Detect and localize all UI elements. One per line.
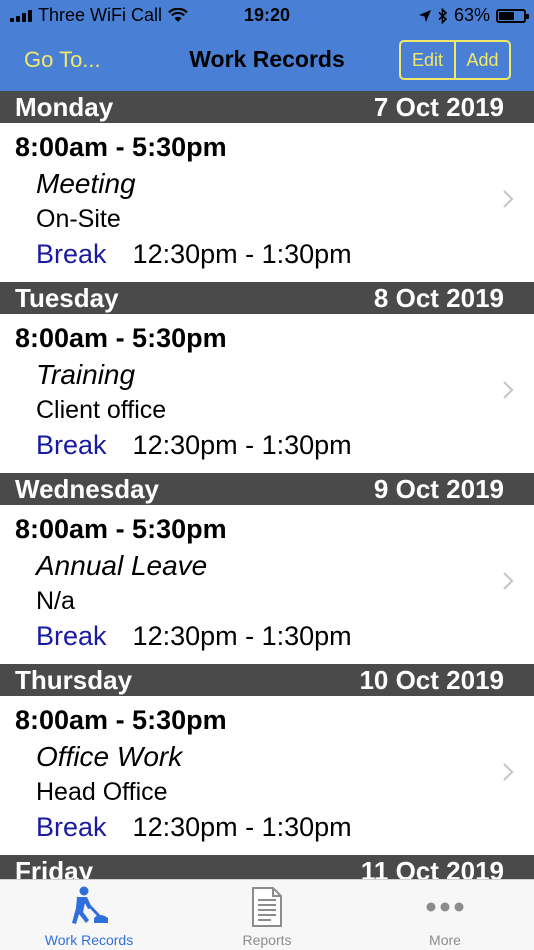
work-record-row[interactable]: 8:00am - 5:30pm Annual Leave N/a Break 12:30… xyxy=(0,505,534,664)
bluetooth-icon xyxy=(438,7,448,24)
day-date: 11 Oct 2019 xyxy=(360,855,504,880)
day-date: 9 Oct 2019 xyxy=(373,473,504,504)
work-record-row[interactable]: 8:00am - 5:30pm Training Client office Brea… xyxy=(0,314,534,473)
day-header: Thursday 10 Oct 2019 xyxy=(0,664,534,696)
tab-bar: Work Records Reports More xyxy=(0,879,534,950)
day-name: Wednesday xyxy=(15,473,160,504)
work-hours: 8:00am - 5:30pm xyxy=(15,514,227,544)
tab-reports[interactable]: Reports xyxy=(178,880,356,950)
document-icon xyxy=(245,886,289,928)
day-name: Thursday xyxy=(15,664,133,695)
tab-more-label: More xyxy=(429,932,461,948)
work-location: On-Site xyxy=(36,205,121,233)
work-location: Head Office xyxy=(36,778,168,806)
battery-icon xyxy=(496,8,529,23)
navigation-bar: Go To... Work Records Edit Add xyxy=(0,30,534,91)
status-right-group: 63% xyxy=(418,5,529,26)
chevron-right-icon xyxy=(503,572,514,590)
day-header: Monday 7 Oct 2019 xyxy=(0,91,534,123)
worker-icon xyxy=(67,886,111,928)
work-record-row[interactable]: 8:00am - 5:30pm Meeting On-Site Break 12:30p… xyxy=(0,123,534,282)
top-bar: Three WiFi Call 19:20 63% Go To... Work … xyxy=(0,0,534,91)
break-line: Break 12:30pm - 1:30pm xyxy=(36,812,352,843)
work-hours: 8:00am - 5:30pm xyxy=(15,132,227,162)
break-time: 12:30pm - 1:30pm xyxy=(132,239,352,269)
chevron-right-icon xyxy=(503,190,514,208)
tab-work-records[interactable]: Work Records xyxy=(0,880,178,950)
tab-work-records-label: Work Records xyxy=(44,932,134,948)
task-type: Training xyxy=(36,359,136,390)
work-location: N/a xyxy=(36,587,75,615)
go-to-button[interactable]: Go To... xyxy=(24,47,101,73)
task-type: Annual Leave xyxy=(36,550,208,581)
more-icon xyxy=(423,886,467,928)
day-header: Wednesday 9 Oct 2019 xyxy=(0,473,534,505)
break-label: Break xyxy=(36,239,107,269)
add-button[interactable]: Add xyxy=(454,42,509,78)
day-name: Monday xyxy=(15,91,114,122)
break-label: Break xyxy=(36,430,107,460)
break-time: 12:30pm - 1:30pm xyxy=(132,430,352,460)
location-arrow-icon xyxy=(418,9,431,22)
break-label: Break xyxy=(36,621,107,651)
work-record-row[interactable]: 8:00am - 5:30pm Office Work Head Office Bre… xyxy=(0,696,534,855)
break-line: Break 12:30pm - 1:30pm xyxy=(36,239,352,270)
work-hours: 8:00am - 5:30pm xyxy=(15,705,227,735)
edit-button[interactable]: Edit xyxy=(401,42,454,78)
task-type: Office Work xyxy=(36,741,183,772)
tab-reports-label: Reports xyxy=(242,932,292,948)
tab-more[interactable]: More xyxy=(356,880,534,950)
break-time: 12:30pm - 1:30pm xyxy=(132,812,352,842)
day-name: Tuesday xyxy=(15,282,119,313)
day-name: Friday xyxy=(15,855,94,880)
chevron-right-icon xyxy=(503,763,514,781)
work-hours: 8:00am - 5:30pm xyxy=(15,323,227,353)
day-date: 8 Oct 2019 xyxy=(373,282,504,313)
work-records-list[interactable]: Monday 7 Oct 2019 8:00am - 5:30pm Meeting On… xyxy=(0,91,534,879)
chevron-right-icon xyxy=(503,381,514,399)
break-line: Break 12:30pm - 1:30pm xyxy=(36,621,352,652)
status-bar: Three WiFi Call 19:20 63% xyxy=(0,0,534,30)
break-time: 12:30pm - 1:30pm xyxy=(132,621,352,651)
day-date: 7 Oct 2019 xyxy=(373,91,504,122)
break-label: Break xyxy=(36,812,107,842)
day-date: 10 Oct 2019 xyxy=(359,664,504,695)
day-header: Friday 11 Oct 2019 xyxy=(0,855,534,879)
day-header: Tuesday 8 Oct 2019 xyxy=(0,282,534,314)
task-type: Meeting xyxy=(36,168,136,199)
battery-percent: 63% xyxy=(453,5,490,25)
edit-add-segmented-control: Edit Add xyxy=(399,40,511,80)
break-line: Break 12:30pm - 1:30pm xyxy=(36,430,352,461)
work-location: Client office xyxy=(36,396,167,424)
